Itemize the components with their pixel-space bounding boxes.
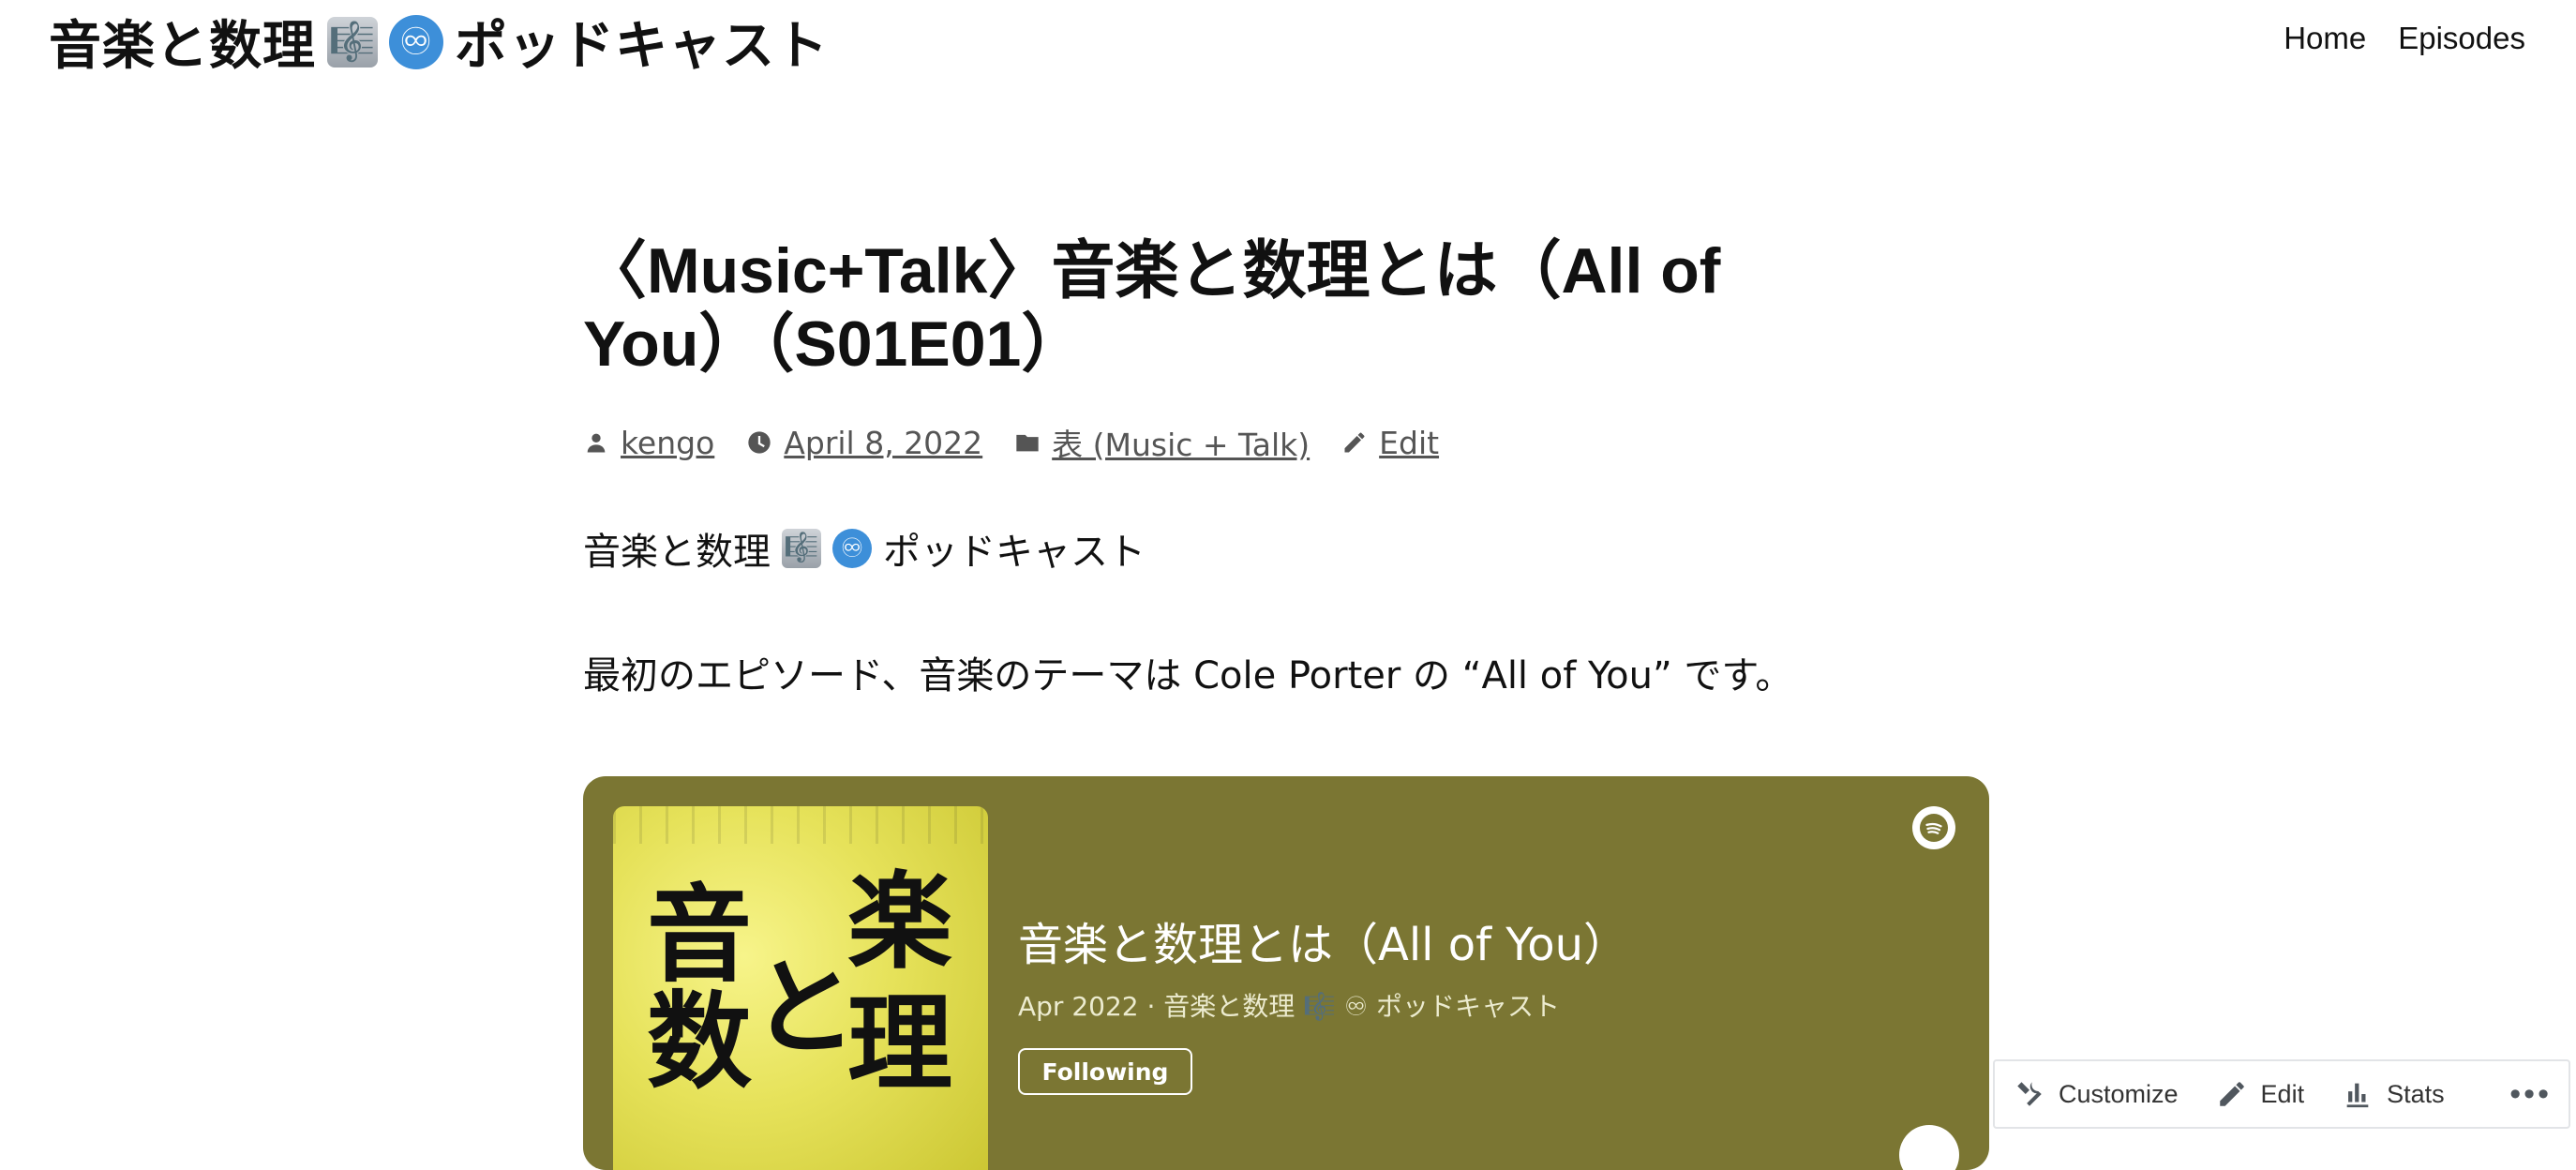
main-nav: Home Episodes bbox=[2284, 21, 2525, 56]
customize-button[interactable]: Customize bbox=[1995, 1078, 2197, 1110]
cover-char: 理 bbox=[847, 983, 952, 1105]
podcast-cover-art[interactable]: 音 楽 と 数 理 bbox=[613, 806, 988, 1170]
site-title[interactable]: 音楽と数理 🎼 ♾ ポッドキャスト bbox=[49, 4, 829, 80]
author-link[interactable]: kengo bbox=[621, 425, 714, 461]
clock-icon bbox=[748, 431, 771, 454]
date-meta: April 8, 2022 bbox=[746, 425, 982, 461]
folder-icon bbox=[1016, 434, 1039, 452]
admin-toolbar: Customize Edit Stats ••• bbox=[1993, 1059, 2570, 1129]
tools-icon bbox=[2017, 1082, 2042, 1106]
cover-notes-decoration bbox=[613, 806, 988, 844]
episode-subtitle: Apr 2022 · 音楽と数理 🎼 ♾ ポッドキャスト bbox=[1018, 991, 1560, 1022]
nav-home-link[interactable]: Home bbox=[2284, 21, 2366, 56]
bar-chart-icon bbox=[2346, 1083, 2369, 1108]
category-meta: 表 (Music + Talk) bbox=[1014, 420, 1310, 465]
musical-score-icon: 🎼 bbox=[327, 16, 378, 68]
edit-post-link[interactable]: Edit bbox=[1379, 425, 1439, 461]
cover-char: 楽 bbox=[847, 862, 952, 983]
body-line-intro: 最初のエピソード、音楽のテーマは Cole Porter の “All of Y… bbox=[583, 654, 1793, 698]
musical-score-icon: 🎼 bbox=[782, 529, 821, 568]
body-line-podcast: 音楽と数理 🎼 ♾ ポッドキャスト bbox=[583, 521, 1989, 576]
infinity-icon: ♾ bbox=[832, 529, 872, 568]
spotify-icon bbox=[1920, 814, 1948, 842]
post-content: 〈Music+Talk〉音楽と数理とは（All of You）（S01E01） … bbox=[583, 234, 1989, 737]
episode-title[interactable]: 音楽と数理とは（All of You） bbox=[1018, 908, 1628, 973]
more-options-icon[interactable]: ••• bbox=[2509, 1076, 2569, 1113]
cover-char: と bbox=[752, 948, 857, 1070]
play-button[interactable] bbox=[1899, 1125, 1959, 1170]
spotify-logo-icon[interactable] bbox=[1912, 806, 1955, 849]
stats-button[interactable]: Stats bbox=[2323, 1078, 2464, 1110]
edit-label: Edit bbox=[2260, 1079, 2305, 1108]
site-title-text[interactable]: 音楽と数理 bbox=[49, 4, 316, 80]
nav-episodes-link[interactable]: Episodes bbox=[2398, 21, 2525, 56]
pencil-icon bbox=[1344, 432, 1365, 453]
category-link[interactable]: 表 (Music + Talk) bbox=[1052, 420, 1310, 465]
pencil-icon bbox=[2219, 1082, 2244, 1106]
cover-char: 音 bbox=[647, 875, 752, 997]
body-line-suffix: ポッドキャスト bbox=[883, 531, 1146, 574]
customize-label: Customize bbox=[2059, 1079, 2179, 1108]
author-meta: kengo bbox=[583, 425, 714, 461]
site-title-suffix[interactable]: ポッドキャスト bbox=[455, 4, 829, 80]
date-link[interactable]: April 8, 2022 bbox=[784, 425, 982, 461]
edit-button[interactable]: Edit bbox=[2197, 1078, 2324, 1110]
person-icon bbox=[587, 433, 606, 453]
infinity-icon: ♾ bbox=[389, 14, 443, 69]
post-title: 〈Music+Talk〉音楽と数理とは（All of You）（S01E01） bbox=[583, 235, 1721, 380]
post-meta: kengo April 8, 2022 表 (Music + Talk) Edi… bbox=[583, 420, 1989, 465]
body-line-prefix: 音楽と数理 bbox=[583, 531, 771, 574]
stats-label: Stats bbox=[2387, 1079, 2445, 1108]
cover-char: 数 bbox=[647, 982, 752, 1103]
following-button[interactable]: Following bbox=[1018, 1048, 1192, 1095]
spotify-embed-player[interactable]: 音 楽 と 数 理 音楽と数理とは（All of You） Apr 2022 ·… bbox=[583, 776, 1989, 1170]
edit-meta: Edit bbox=[1341, 425, 1439, 461]
